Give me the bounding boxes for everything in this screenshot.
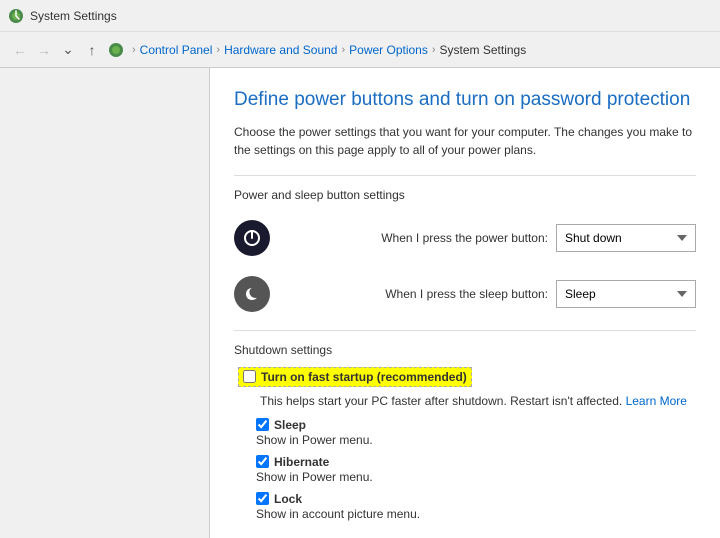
fast-startup-label: Turn on fast startup (recommended): [261, 370, 467, 384]
button-settings-section: When I press the power button: Do nothin…: [234, 214, 696, 318]
power-button-dropdown[interactable]: Do nothing Sleep Hibernate Shut down Tur…: [556, 224, 696, 252]
learn-more-link[interactable]: Learn More: [626, 394, 687, 408]
back-button[interactable]: ←: [8, 38, 32, 62]
sleep-button-label: When I press the sleep button:: [282, 287, 548, 301]
hibernate-checkbox[interactable]: [256, 455, 269, 468]
content-area: Define power buttons and turn on passwor…: [210, 68, 720, 538]
power-button-icon: [234, 220, 270, 256]
sleep-checkbox-row: Sleep: [256, 418, 696, 432]
lock-checkbox-row: Lock: [256, 492, 696, 506]
nav-bar: ← → ⌄ ↑ › Control Panel › Hardware and S…: [0, 32, 720, 68]
forward-button[interactable]: →: [32, 38, 56, 62]
title-bar: System Settings: [0, 0, 720, 32]
fast-startup-desc-row: This helps start your PC faster after sh…: [234, 393, 696, 408]
sleep-checkbox[interactable]: [256, 418, 269, 431]
page-title: Define power buttons and turn on passwor…: [234, 88, 696, 113]
fast-startup-row: Turn on fast startup (recommended): [234, 367, 696, 387]
breadcrumb-control-panel[interactable]: Control Panel: [140, 43, 213, 57]
sleep-button-icon: [234, 276, 270, 312]
left-sidebar: [0, 68, 210, 538]
sleep-label: Sleep: [274, 418, 306, 432]
lock-row: Lock Show in account picture menu.: [234, 492, 696, 521]
recent-button[interactable]: ⌄: [56, 38, 80, 62]
breadcrumb-current: System Settings: [440, 43, 527, 57]
sleep-button-row: When I press the sleep button: Do nothin…: [234, 270, 696, 318]
sleep-icon-svg: [242, 284, 262, 304]
power-button-label: When I press the power button:: [282, 231, 548, 245]
fast-startup-desc: This helps start your PC faster after sh…: [260, 394, 626, 408]
sleep-button-dropdown[interactable]: Do nothing Sleep Hibernate Shut down: [556, 280, 696, 308]
shutdown-section: Shutdown settings Turn on fast startup (…: [234, 343, 696, 521]
lock-label: Lock: [274, 492, 302, 506]
breadcrumb-sep-3: ›: [432, 44, 436, 56]
power-icon-svg: [242, 228, 262, 248]
sleep-desc: Show in Power menu.: [256, 433, 696, 447]
hibernate-checkbox-row: Hibernate: [256, 455, 696, 469]
breadcrumb: › Control Panel › Hardware and Sound › P…: [108, 42, 526, 58]
shutdown-label: Shutdown settings: [234, 343, 696, 357]
app-icon: [8, 8, 24, 24]
hibernate-row: Hibernate Show in Power menu.: [234, 455, 696, 484]
breadcrumb-power-options[interactable]: Power Options: [349, 43, 428, 57]
description-text: Choose the power settings that you want …: [234, 125, 692, 157]
lock-desc: Show in account picture menu.: [256, 507, 696, 521]
breadcrumb-sep-1: ›: [216, 44, 220, 56]
up-button[interactable]: ↑: [80, 38, 104, 62]
fast-startup-highlight: Turn on fast startup (recommended): [238, 367, 472, 387]
hibernate-desc: Show in Power menu.: [256, 470, 696, 484]
button-settings-label: Power and sleep button settings: [234, 188, 696, 202]
divider-2: [234, 330, 696, 331]
lock-checkbox[interactable]: [256, 492, 269, 505]
sleep-row: Sleep Show in Power menu.: [234, 418, 696, 447]
hibernate-label: Hibernate: [274, 455, 329, 469]
title-bar-text: System Settings: [30, 9, 117, 23]
divider-1: [234, 175, 696, 176]
fast-startup-checkbox[interactable]: [243, 370, 256, 383]
power-button-row: When I press the power button: Do nothin…: [234, 214, 696, 262]
breadcrumb-sep-2: ›: [341, 44, 345, 56]
main-container: Define power buttons and turn on passwor…: [0, 68, 720, 538]
page-description: Choose the power settings that you want …: [234, 123, 696, 159]
breadcrumb-sep-0: ›: [132, 44, 136, 56]
breadcrumb-hardware-sound[interactable]: Hardware and Sound: [224, 43, 337, 57]
breadcrumb-icon: [108, 42, 124, 58]
